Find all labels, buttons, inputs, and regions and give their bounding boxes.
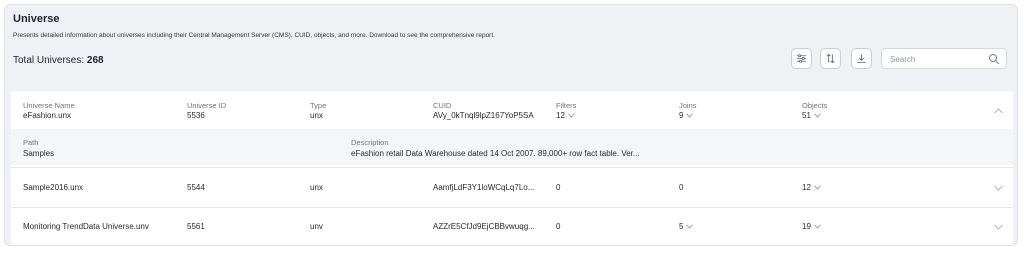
universe-cuid: AamfjLdF3Y1loWCqLq7Lo... [433, 183, 535, 192]
col-objects-label: Objects [802, 101, 828, 110]
total-label: Total Universes: [13, 55, 85, 66]
universe-type: unv [310, 222, 323, 231]
page-subtitle: Presents detailed information about univ… [13, 32, 495, 39]
col-name-label: Universe Name [23, 101, 75, 110]
search-box[interactable] [881, 48, 1007, 69]
filter-button[interactable] [791, 48, 812, 69]
total-universes: Total Universes: 268 [13, 55, 104, 66]
joins-count: 5 [679, 222, 684, 231]
col-joins-label: Joins [679, 101, 697, 110]
universe-id: 5561 [187, 222, 205, 231]
sliders-icon [796, 54, 807, 63]
collapse-row-icon[interactable] [994, 108, 1003, 114]
panel-header: Universe [13, 13, 59, 25]
objects-dropdown[interactable]: 51 [802, 111, 821, 120]
search-input[interactable] [890, 52, 982, 66]
col-filters-label: Filters [556, 101, 577, 110]
chevron-down-icon [814, 113, 821, 118]
col-cuid-label: CUID [433, 101, 452, 110]
objects-count: 12 [802, 183, 811, 192]
objects-count: 19 [802, 222, 811, 231]
universe-type: unx [310, 111, 323, 120]
chevron-down-icon [686, 113, 694, 118]
sort-button[interactable] [820, 48, 841, 69]
joins-dropdown[interactable]: 9 [679, 111, 694, 120]
col-type-label: Type [310, 101, 327, 110]
objects-dropdown[interactable]: 12 [802, 183, 821, 192]
filters-count: 0 [556, 183, 561, 192]
universe-name: eFashion.unx [23, 111, 72, 120]
sort-arrows-icon [826, 53, 835, 64]
description-value: eFashion retail Data Warehouse dated 14 … [351, 149, 640, 158]
joins-count: 9 [679, 111, 684, 120]
chevron-down-icon [686, 224, 694, 229]
chevron-down-icon [568, 113, 575, 118]
col-id-label: Universe ID [187, 101, 227, 110]
chevron-down-icon [814, 224, 821, 229]
page-title: Universe [13, 13, 60, 25]
filters-count: 12 [556, 111, 565, 120]
search-icon[interactable] [988, 53, 1000, 65]
path-label: Path [23, 138, 39, 147]
table-row[interactable]: Sample2016.unx 5544 unx AamfjLdF3Y1loWCq… [11, 167, 1013, 207]
universe-name: Monitoring TrendData Universe.unv [23, 222, 149, 231]
download-button[interactable] [851, 48, 872, 69]
filters-dropdown[interactable]: 12 [556, 111, 575, 120]
download-icon [857, 54, 866, 64]
universe-cuid: AZZrE5CfJd9EjCBBvwuqg... [433, 222, 535, 231]
expand-row-icon[interactable] [994, 185, 1003, 191]
universe-id: 5536 [187, 111, 205, 120]
universe-id: 5544 [187, 183, 205, 192]
table-row[interactable]: Monitoring TrendData Universe.unv 5561 u… [11, 207, 1013, 245]
universe-panel: Universe Presents detailed information a… [4, 4, 1018, 246]
row-detail-panel: Path Samples Description eFashion retail… [11, 129, 1013, 165]
chevron-down-icon [814, 185, 821, 190]
expand-row-icon[interactable] [994, 224, 1003, 230]
joins-count: 0 [679, 183, 684, 192]
universe-cuid: AVy_0kTnql9lpZ167YoP5SA [433, 111, 534, 120]
total-count: 268 [86, 55, 104, 66]
universe-table: Universe Name eFashion.unx Universe ID 5… [11, 91, 1013, 245]
joins-dropdown[interactable]: 5 [679, 222, 694, 231]
objects-dropdown[interactable]: 19 [802, 222, 821, 231]
table-row[interactable]: Universe Name eFashion.unx Universe ID 5… [11, 91, 1013, 129]
universe-type: unx [310, 183, 323, 192]
description-label: Description [351, 138, 389, 147]
universe-name: Sample2016.unx [23, 183, 84, 192]
path-value: Samples [23, 149, 55, 158]
filters-count: 0 [556, 222, 561, 231]
objects-count: 51 [802, 111, 811, 120]
